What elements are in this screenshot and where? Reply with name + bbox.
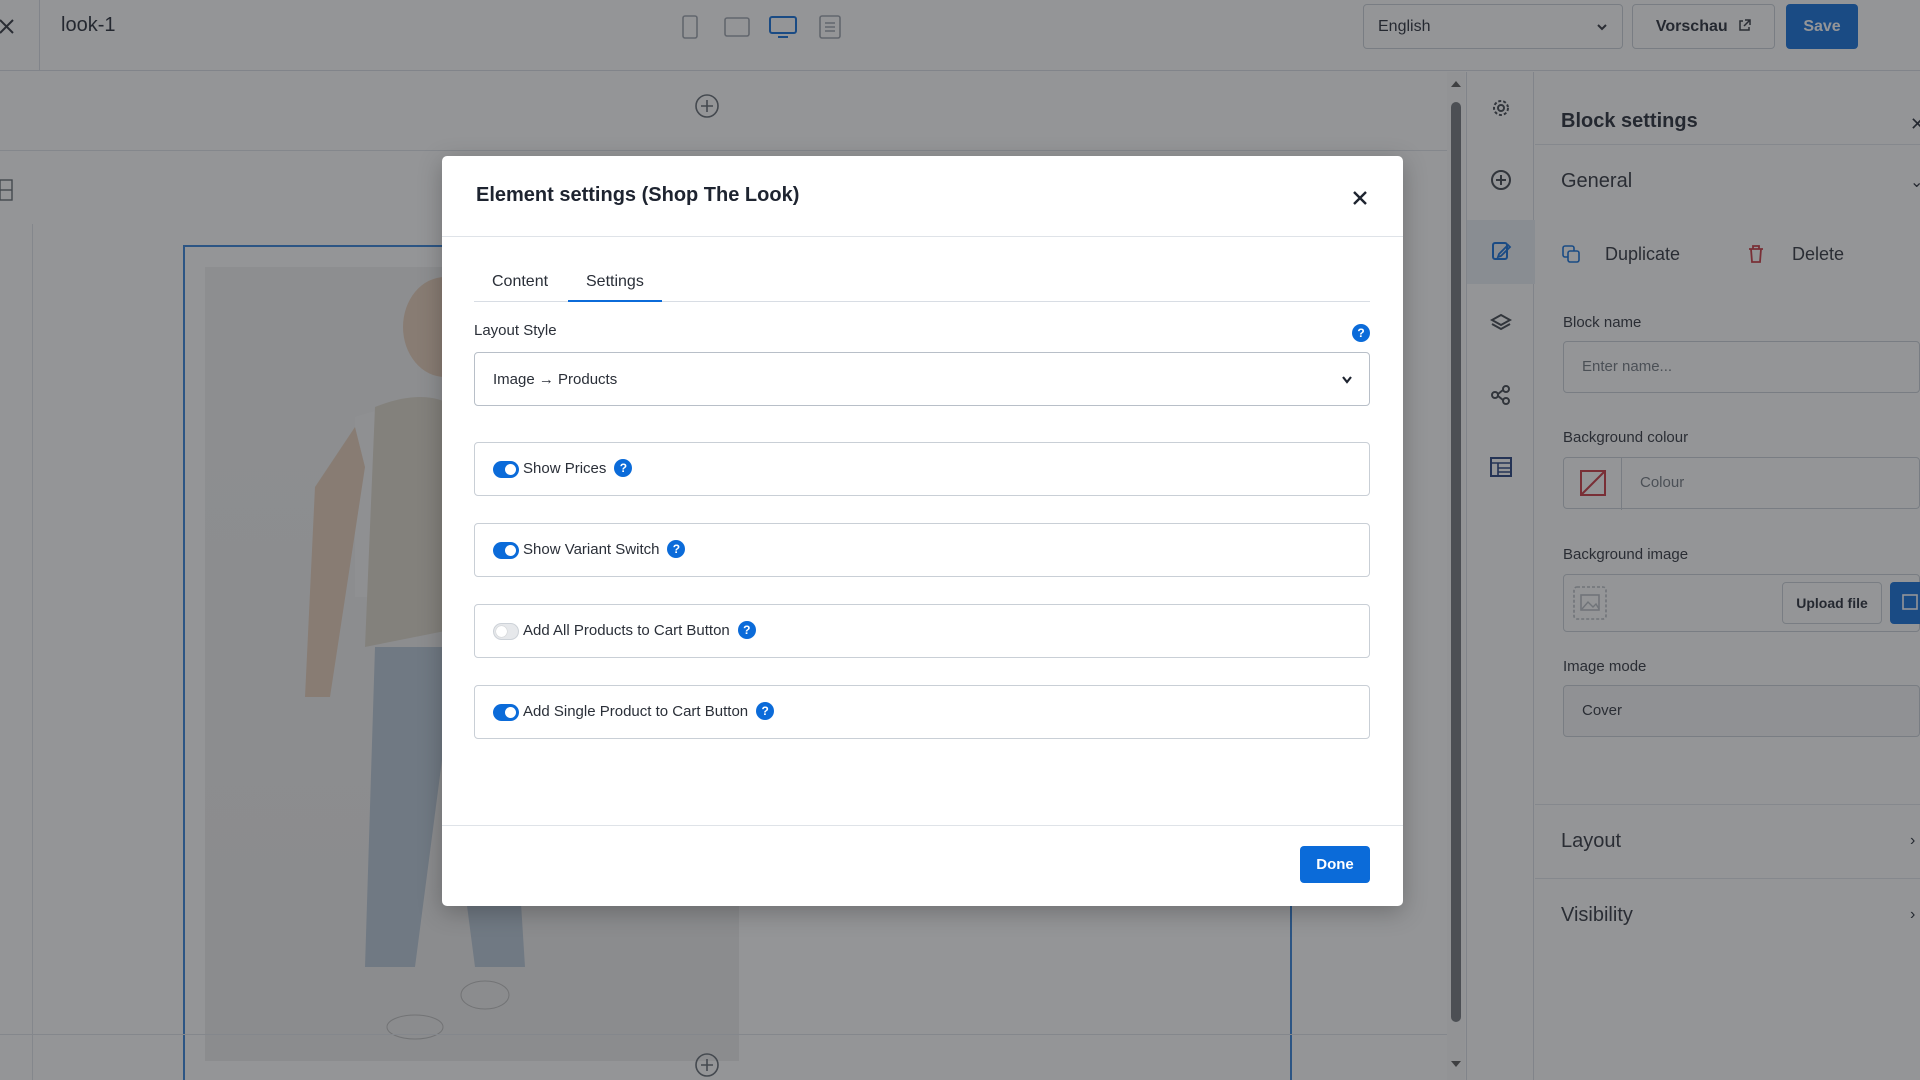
help-icon[interactable]: ? bbox=[737, 621, 756, 640]
option-add-single-to-cart: Add Single Product to Cart Button? bbox=[474, 685, 1370, 739]
layout-style-select[interactable]: Image → Products bbox=[474, 352, 1370, 406]
option-text: Add All Products to Cart Button bbox=[523, 622, 730, 639]
done-button[interactable]: Done bbox=[1300, 846, 1370, 883]
modal-title: Element settings (Shop The Look) bbox=[476, 184, 800, 206]
option-add-all-to-cart: Add All Products to Cart Button? bbox=[474, 604, 1370, 658]
option-label: Add All Products to Cart Button? bbox=[523, 621, 756, 640]
option-text: Show Prices bbox=[523, 460, 607, 477]
modal-divider bbox=[442, 236, 1403, 237]
toggle-switch[interactable] bbox=[493, 542, 519, 559]
option-show-variant-switch: Show Variant Switch? bbox=[474, 523, 1370, 577]
help-icon[interactable]: ? bbox=[614, 459, 633, 478]
help-icon[interactable]: ? bbox=[756, 702, 775, 721]
modal-tabs: Content Settings bbox=[474, 266, 1370, 302]
help-icon[interactable]: ? bbox=[667, 540, 686, 559]
tab-content[interactable]: Content bbox=[474, 270, 566, 302]
option-label: Show Variant Switch? bbox=[523, 540, 686, 559]
option-text: Show Variant Switch bbox=[523, 541, 660, 558]
toggle-switch[interactable] bbox=[493, 704, 519, 721]
option-show-prices: Show Prices? bbox=[474, 442, 1370, 496]
layout-style-label: Layout Style bbox=[474, 322, 557, 339]
close-icon[interactable] bbox=[1348, 186, 1372, 210]
toggle-switch[interactable] bbox=[493, 623, 519, 640]
element-settings-modal: Element settings (Shop The Look) Content… bbox=[442, 156, 1403, 906]
modal-footer-divider bbox=[442, 825, 1403, 826]
option-label: Add Single Product to Cart Button? bbox=[523, 702, 775, 721]
layout-style-value: Image → Products bbox=[493, 371, 618, 388]
help-icon[interactable]: ? bbox=[1352, 324, 1370, 342]
option-label: Show Prices? bbox=[523, 459, 633, 478]
toggle-switch[interactable] bbox=[493, 461, 519, 478]
option-text: Add Single Product to Cart Button bbox=[523, 703, 749, 720]
tab-settings[interactable]: Settings bbox=[568, 270, 662, 302]
caret-down-icon bbox=[1342, 376, 1352, 384]
